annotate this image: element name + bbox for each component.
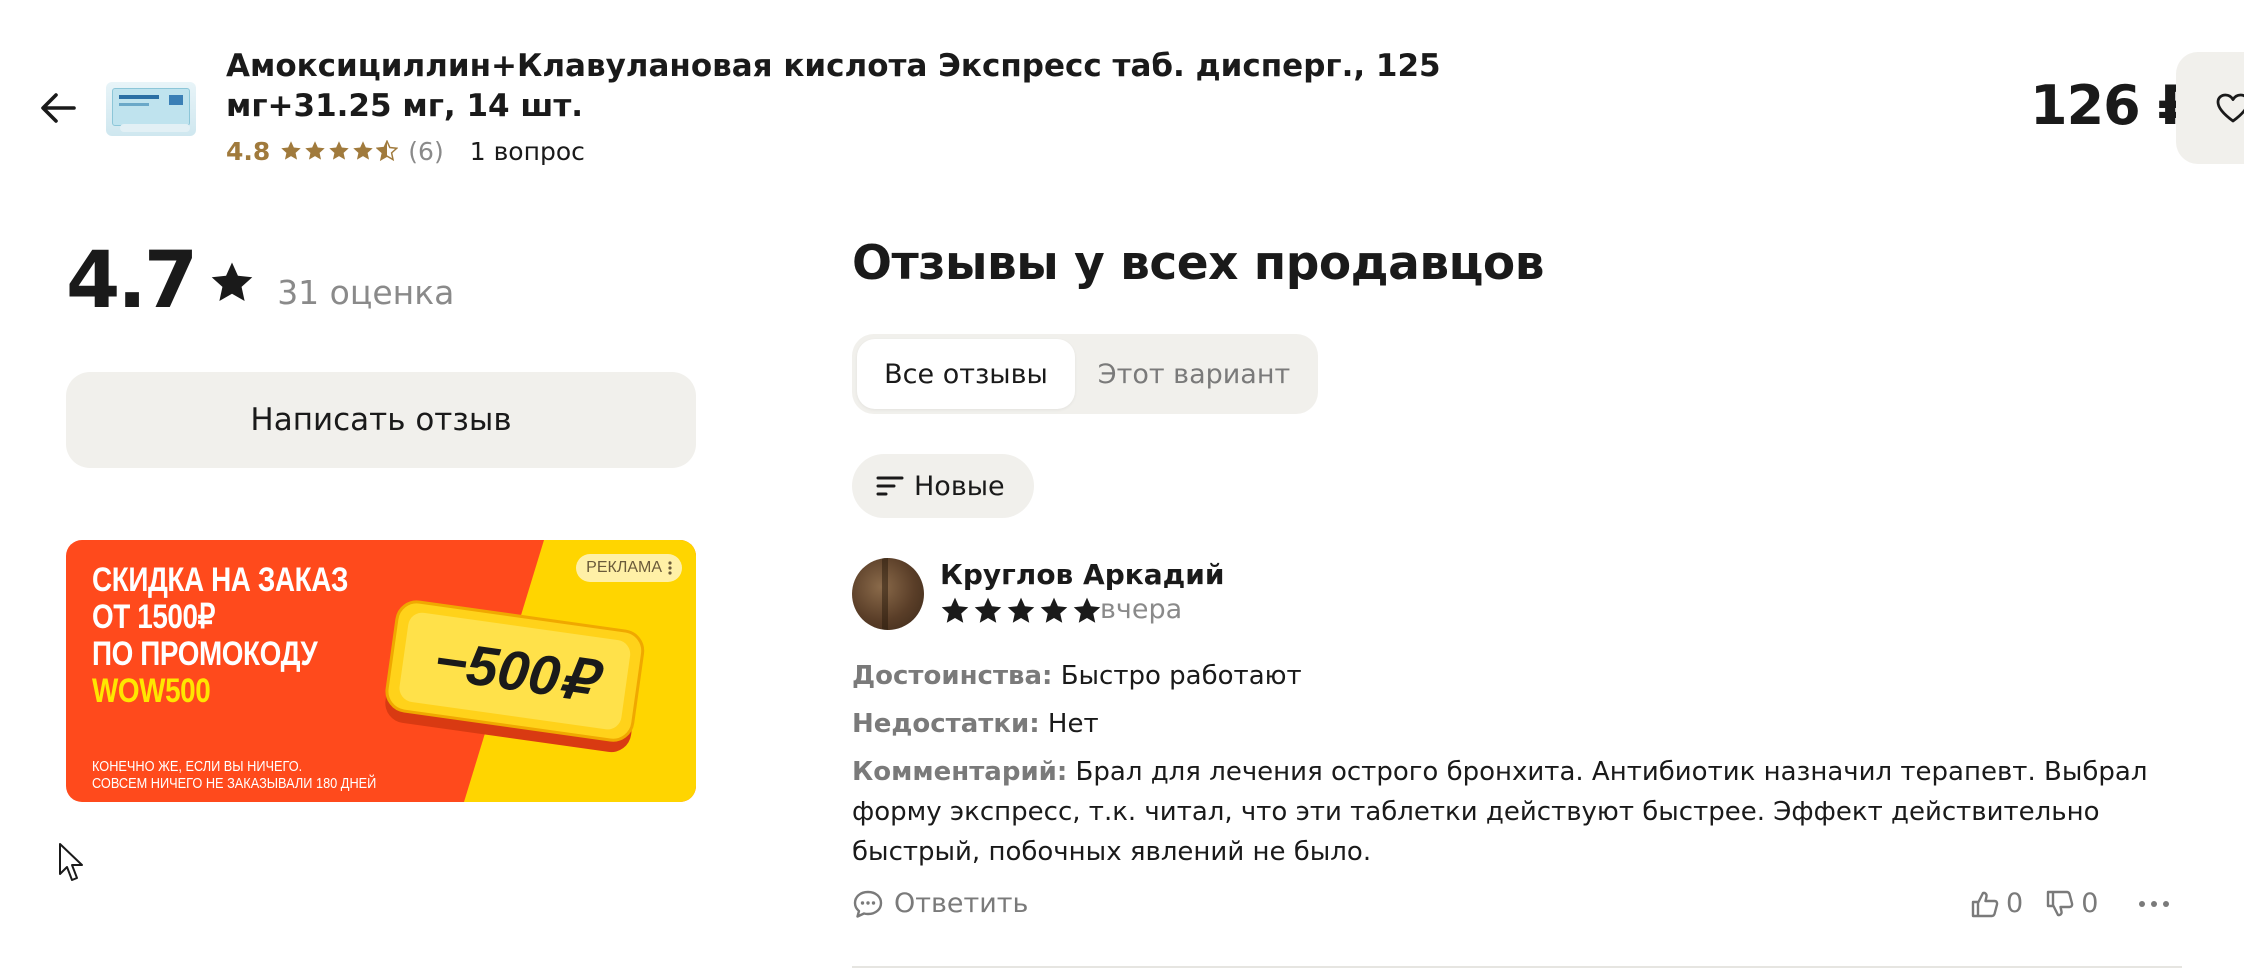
favorite-button[interactable] — [2176, 52, 2244, 164]
rating-summary-value: 4.7 — [66, 236, 198, 326]
mouse-cursor-icon — [59, 843, 83, 881]
review-pros-label: Достоинства: — [852, 661, 1053, 691]
review-date: вчера — [1100, 594, 1183, 625]
sort-lines-icon — [876, 476, 904, 496]
review-cons: Недостатки: Нет — [852, 704, 2182, 744]
thumbs-down-icon — [2046, 890, 2074, 916]
promo-headline: СКИДКА НА ЗАКАЗ ОТ 1500₽ ПО ПРОМОКОДУ WO… — [92, 561, 349, 710]
tab-all-reviews[interactable]: Все отзывы — [857, 339, 1075, 409]
heart-icon — [2216, 93, 2244, 123]
review-star-icon — [1007, 597, 1035, 623]
product-thumbnail[interactable] — [106, 82, 196, 136]
reply-label: Ответить — [894, 888, 1029, 919]
product-rating-stars — [280, 140, 399, 162]
review-star-icon — [941, 597, 969, 623]
review-votes: 0 0 — [1970, 888, 2170, 919]
review-star-icon — [974, 597, 1002, 623]
review-cons-label: Недостатки: — [852, 709, 1040, 739]
rating-star-icon — [305, 141, 326, 160]
product-rating-count: (6) — [408, 136, 444, 166]
rating-star-icon — [329, 141, 350, 160]
ad-menu-icon — [668, 561, 672, 575]
review-pros: Достоинства: Быстро работают — [852, 656, 2182, 696]
promo-fine-print: КОНЕЧНО ЖЕ, ЕСЛИ ВЫ НИЧЕГО. СОВСЕМ НИЧЕГ… — [92, 758, 377, 792]
rating-summary-count: 31 оценка — [277, 272, 455, 312]
rating-star-icon — [376, 140, 399, 162]
like-button[interactable]: 0 — [1970, 888, 2023, 919]
product-title[interactable]: Амоксициллин+Клавулановая кислота Экспре… — [226, 46, 1486, 126]
product-rating-value: 4.8 — [226, 136, 271, 166]
product-price: 126 ₽ — [2030, 74, 2195, 137]
rating-summary: 4.7 31 оценка — [66, 236, 454, 326]
rating-star-icon — [353, 141, 374, 160]
like-count: 0 — [2006, 888, 2024, 919]
speech-bubble-icon — [853, 890, 883, 918]
review-cons-text: Нет — [1047, 709, 1099, 739]
sort-button[interactable]: Новые — [852, 454, 1034, 518]
dislike-count: 0 — [2081, 888, 2099, 919]
review-star-icon — [1073, 597, 1101, 623]
reviews-section-title: Отзывы у всех продавцов — [852, 236, 1544, 291]
tab-this-variant[interactable]: Этот вариант — [1075, 339, 1313, 409]
review-author[interactable]: Круглов Аркадий — [940, 558, 1224, 591]
promo-code: WOW500 — [92, 672, 211, 710]
product-rating[interactable]: 4.8 (6) 1 вопрос — [226, 134, 585, 168]
arrow-left-icon — [41, 93, 76, 123]
more-button[interactable] — [2138, 900, 2170, 908]
avatar[interactable] — [852, 558, 924, 630]
review-divider — [852, 966, 2182, 968]
ad-label[interactable]: РЕКЛАМА — [576, 554, 682, 582]
sort-label: Новые — [914, 470, 1005, 502]
thumbs-up-icon — [1971, 891, 1999, 917]
review-pros-text: Быстро работают — [1060, 661, 1302, 691]
questions-link[interactable]: 1 вопрос — [470, 137, 585, 166]
review-comment-label: Комментарий: — [852, 757, 1068, 787]
review-comment: Комментарий: Брал для лечения острого бр… — [852, 752, 2182, 872]
back-button[interactable] — [36, 86, 80, 130]
promo-banner[interactable]: СКИДКА НА ЗАКАЗ ОТ 1500₽ ПО ПРОМОКОДУ WO… — [66, 540, 696, 802]
reply-button[interactable]: Ответить — [852, 888, 1028, 919]
reviews-tabs: Все отзывы Этот вариант — [852, 334, 1318, 414]
review-stars — [940, 596, 1102, 626]
dislike-button[interactable]: 0 — [2045, 888, 2098, 919]
rating-star-icon — [281, 141, 302, 160]
write-review-button[interactable]: Написать отзыв — [66, 372, 696, 468]
more-dots-icon — [2139, 900, 2170, 907]
review-star-icon — [1040, 597, 1068, 623]
star-icon — [211, 262, 253, 301]
